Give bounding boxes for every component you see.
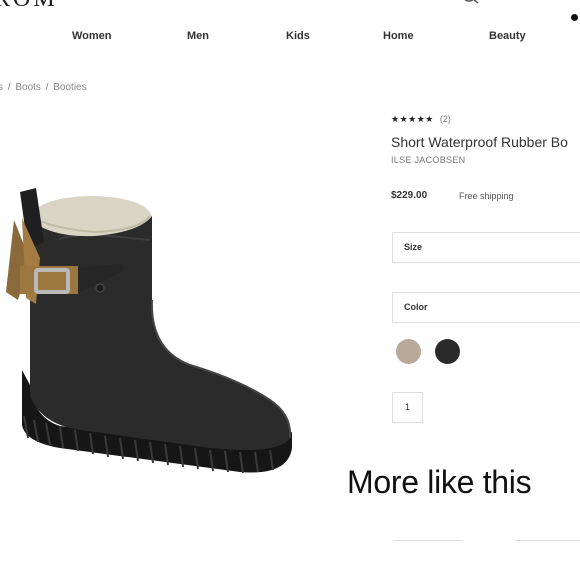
product-brand[interactable]: ILSE JACOBSEN [391,155,465,165]
breadcrumb-separator: / [45,82,49,93]
nav-item-beauty[interactable]: Beauty [489,30,526,42]
more-like-this-caption: More like this [347,464,532,500]
quantity-input[interactable]: 1 [392,392,423,423]
breadcrumb-item[interactable]: s [0,82,3,93]
product-image[interactable] [0,180,300,500]
stars-icon: ★★★★★ [391,114,434,124]
quantity-value: 1 [404,402,410,412]
color-swatch-taupe[interactable] [396,339,421,364]
breadcrumb-item-booties[interactable]: Booties [53,82,86,93]
color-swatch-black[interactable] [435,339,460,364]
breadcrumb-separator: / [7,82,11,93]
size-select-label: Size [404,242,423,252]
product-title: Short Waterproof Rubber Bo [391,134,568,150]
rating-stars[interactable]: ★★★★★ (2) [391,114,451,125]
nav-item-men[interactable]: Men [187,30,209,42]
breadcrumb-item-boots[interactable]: Boots [15,82,41,93]
search-icon[interactable] [462,0,482,6]
review-count[interactable]: (2) [440,114,451,124]
nav-item-kids[interactable]: Kids [286,30,310,42]
store-logo[interactable]: ROM [0,0,58,13]
color-select[interactable]: Color [392,292,580,323]
size-select[interactable]: Size [392,232,580,263]
color-select-label: Color [404,302,428,312]
nav-item-home[interactable]: Home [383,30,414,42]
breadcrumb: s / Boots / Booties [0,82,89,93]
cart-dot-icon[interactable] [571,14,578,21]
nav-item-women[interactable]: Women [72,30,112,42]
divider [393,540,463,541]
product-price: $229.00 [391,190,428,201]
shipping-info: Free shipping [459,191,514,201]
divider [515,540,580,541]
